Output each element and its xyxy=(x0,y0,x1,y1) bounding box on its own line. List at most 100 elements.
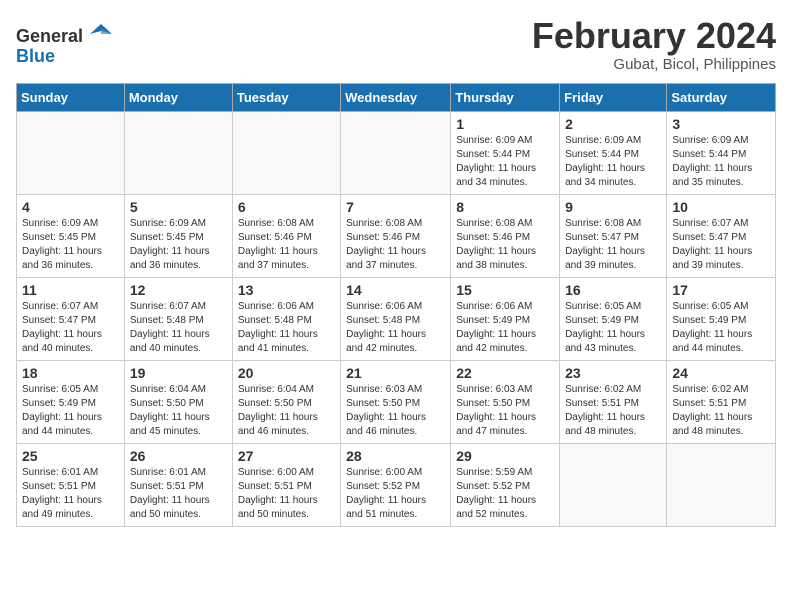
calendar-cell: 17 Sunrise: 6:05 AMSunset: 5:49 PMDayligh… xyxy=(667,277,776,360)
calendar-cell: 24 Sunrise: 6:02 AMSunset: 5:51 PMDayligh… xyxy=(667,360,776,443)
day-info: Sunrise: 6:08 AMSunset: 5:46 PMDaylight:… xyxy=(456,217,554,273)
day-info: Sunrise: 6:02 AMSunset: 5:51 PMDaylight:… xyxy=(565,383,661,439)
day-info: Sunrise: 6:02 AMSunset: 5:51 PMDaylight:… xyxy=(672,383,770,439)
day-number: 19 xyxy=(130,365,227,381)
day-info: Sunrise: 6:06 AMSunset: 5:48 PMDaylight:… xyxy=(238,300,335,356)
day-number: 25 xyxy=(22,448,119,464)
day-number: 11 xyxy=(22,282,119,298)
calendar-cell: 11 Sunrise: 6:07 AMSunset: 5:47 PMDayligh… xyxy=(17,277,125,360)
month-year-title: February 2024 xyxy=(532,16,776,56)
calendar-cell: 12 Sunrise: 6:07 AMSunset: 5:48 PMDayligh… xyxy=(124,277,232,360)
day-number: 18 xyxy=(22,365,119,381)
day-info: Sunrise: 6:01 AMSunset: 5:51 PMDaylight:… xyxy=(130,466,227,522)
calendar-cell xyxy=(124,111,232,194)
day-number: 16 xyxy=(565,282,661,298)
calendar-cell: 18Sunrise: 6:05 AMSunset: 5:49 PMDayligh… xyxy=(17,360,125,443)
day-number: 26 xyxy=(130,448,227,464)
calendar-cell: 23Sunrise: 6:02 AMSunset: 5:51 PMDayligh… xyxy=(560,360,667,443)
calendar-cell: 6 Sunrise: 6:08 AMSunset: 5:46 PMDaylight… xyxy=(232,194,340,277)
day-info: Sunrise: 6:07 AMSunset: 5:47 PMDaylight:… xyxy=(22,300,119,356)
day-number: 17 xyxy=(672,282,770,298)
calendar-week-3: 11 Sunrise: 6:07 AMSunset: 5:47 PMDayligh… xyxy=(17,277,776,360)
calendar-cell xyxy=(667,443,776,526)
calendar-week-2: 4 Sunrise: 6:09 AMSunset: 5:45 PMDaylight… xyxy=(17,194,776,277)
calendar-cell: 29 Sunrise: 5:59 AMSunset: 5:52 PMDayligh… xyxy=(451,443,560,526)
logo: General Blue xyxy=(16,20,112,67)
calendar-cell: 20Sunrise: 6:04 AMSunset: 5:50 PMDayligh… xyxy=(232,360,340,443)
weekday-header-saturday: Saturday xyxy=(667,83,776,111)
day-number: 21 xyxy=(346,365,445,381)
calendar-week-5: 25 Sunrise: 6:01 AMSunset: 5:51 PMDayligh… xyxy=(17,443,776,526)
day-number: 24 xyxy=(672,365,770,381)
day-info: Sunrise: 6:09 AMSunset: 5:44 PMDaylight:… xyxy=(672,134,770,190)
day-info: Sunrise: 6:06 AMSunset: 5:49 PMDaylight:… xyxy=(456,300,554,356)
calendar-cell: 15 Sunrise: 6:06 AMSunset: 5:49 PMDayligh… xyxy=(451,277,560,360)
weekday-header-sunday: Sunday xyxy=(17,83,125,111)
day-number: 12 xyxy=(130,282,227,298)
day-info: Sunrise: 6:08 AMSunset: 5:46 PMDaylight:… xyxy=(346,217,445,273)
day-number: 29 xyxy=(456,448,554,464)
calendar-cell: 5 Sunrise: 6:09 AMSunset: 5:45 PMDaylight… xyxy=(124,194,232,277)
calendar-cell: 27 Sunrise: 6:00 AMSunset: 5:51 PMDayligh… xyxy=(232,443,340,526)
calendar-cell: 1 Sunrise: 6:09 AMSunset: 5:44 PMDaylight… xyxy=(451,111,560,194)
day-info: Sunrise: 6:00 AMSunset: 5:51 PMDaylight:… xyxy=(238,466,335,522)
day-number: 5 xyxy=(130,199,227,215)
day-info: Sunrise: 6:01 AMSunset: 5:51 PMDaylight:… xyxy=(22,466,119,522)
logo-bird-icon xyxy=(90,20,112,42)
calendar-cell: 3Sunrise: 6:09 AMSunset: 5:44 PMDaylight… xyxy=(667,111,776,194)
day-number: 28 xyxy=(346,448,445,464)
weekday-header-monday: Monday xyxy=(124,83,232,111)
calendar-cell: 4Sunrise: 6:09 AMSunset: 5:45 PMDaylight… xyxy=(17,194,125,277)
calendar-cell: 16 Sunrise: 6:05 AMSunset: 5:49 PMDayligh… xyxy=(560,277,667,360)
calendar-cell: 9Sunrise: 6:08 AMSunset: 5:47 PMDaylight… xyxy=(560,194,667,277)
day-number: 2 xyxy=(565,116,661,132)
day-info: Sunrise: 5:59 AMSunset: 5:52 PMDaylight:… xyxy=(456,466,554,522)
calendar-cell: 22Sunrise: 6:03 AMSunset: 5:50 PMDayligh… xyxy=(451,360,560,443)
day-number: 6 xyxy=(238,199,335,215)
day-info: Sunrise: 6:05 AMSunset: 5:49 PMDaylight:… xyxy=(565,300,661,356)
calendar-week-1: 1 Sunrise: 6:09 AMSunset: 5:44 PMDaylight… xyxy=(17,111,776,194)
day-number: 22 xyxy=(456,365,554,381)
day-number: 10 xyxy=(672,199,770,215)
day-info: Sunrise: 6:09 AMSunset: 5:45 PMDaylight:… xyxy=(130,217,227,273)
calendar-cell: 8 Sunrise: 6:08 AMSunset: 5:46 PMDaylight… xyxy=(451,194,560,277)
day-number: 13 xyxy=(238,282,335,298)
calendar-cell: 13 Sunrise: 6:06 AMSunset: 5:48 PMDayligh… xyxy=(232,277,340,360)
day-info: Sunrise: 6:09 AMSunset: 5:44 PMDaylight:… xyxy=(456,134,554,190)
calendar-cell xyxy=(17,111,125,194)
calendar-cell: 28 Sunrise: 6:00 AMSunset: 5:52 PMDayligh… xyxy=(341,443,451,526)
day-info: Sunrise: 6:07 AMSunset: 5:47 PMDaylight:… xyxy=(672,217,770,273)
calendar-cell: 21 Sunrise: 6:03 AMSunset: 5:50 PMDayligh… xyxy=(341,360,451,443)
day-number: 14 xyxy=(346,282,445,298)
day-info: Sunrise: 6:05 AMSunset: 5:49 PMDaylight:… xyxy=(672,300,770,356)
calendar-table: SundayMondayTuesdayWednesdayThursdayFrid… xyxy=(16,83,776,527)
weekday-header-wednesday: Wednesday xyxy=(341,83,451,111)
page-header: General Blue February 2024 Gubat, Bicol,… xyxy=(16,16,776,73)
calendar-cell: 2Sunrise: 6:09 AMSunset: 5:44 PMDaylight… xyxy=(560,111,667,194)
calendar-cell: 14Sunrise: 6:06 AMSunset: 5:48 PMDayligh… xyxy=(341,277,451,360)
calendar-cell: 10 Sunrise: 6:07 AMSunset: 5:47 PMDayligh… xyxy=(667,194,776,277)
day-info: Sunrise: 6:07 AMSunset: 5:48 PMDaylight:… xyxy=(130,300,227,356)
day-number: 9 xyxy=(565,199,661,215)
calendar-cell: 25 Sunrise: 6:01 AMSunset: 5:51 PMDayligh… xyxy=(17,443,125,526)
calendar-cell xyxy=(560,443,667,526)
title-area: February 2024 Gubat, Bicol, Philippines xyxy=(532,16,776,73)
day-number: 8 xyxy=(456,199,554,215)
calendar-week-4: 18Sunrise: 6:05 AMSunset: 5:49 PMDayligh… xyxy=(17,360,776,443)
day-info: Sunrise: 6:03 AMSunset: 5:50 PMDaylight:… xyxy=(346,383,445,439)
day-info: Sunrise: 6:04 AMSunset: 5:50 PMDaylight:… xyxy=(130,383,227,439)
calendar-cell xyxy=(232,111,340,194)
day-number: 15 xyxy=(456,282,554,298)
day-info: Sunrise: 6:08 AMSunset: 5:46 PMDaylight:… xyxy=(238,217,335,273)
weekday-header-friday: Friday xyxy=(560,83,667,111)
day-number: 4 xyxy=(22,199,119,215)
day-info: Sunrise: 6:00 AMSunset: 5:52 PMDaylight:… xyxy=(346,466,445,522)
location-subtitle: Gubat, Bicol, Philippines xyxy=(532,56,776,73)
day-number: 7 xyxy=(346,199,445,215)
calendar-cell xyxy=(341,111,451,194)
day-info: Sunrise: 6:04 AMSunset: 5:50 PMDaylight:… xyxy=(238,383,335,439)
calendar-cell: 7 Sunrise: 6:08 AMSunset: 5:46 PMDaylight… xyxy=(341,194,451,277)
day-number: 27 xyxy=(238,448,335,464)
day-number: 1 xyxy=(456,116,554,132)
weekday-header-tuesday: Tuesday xyxy=(232,83,340,111)
